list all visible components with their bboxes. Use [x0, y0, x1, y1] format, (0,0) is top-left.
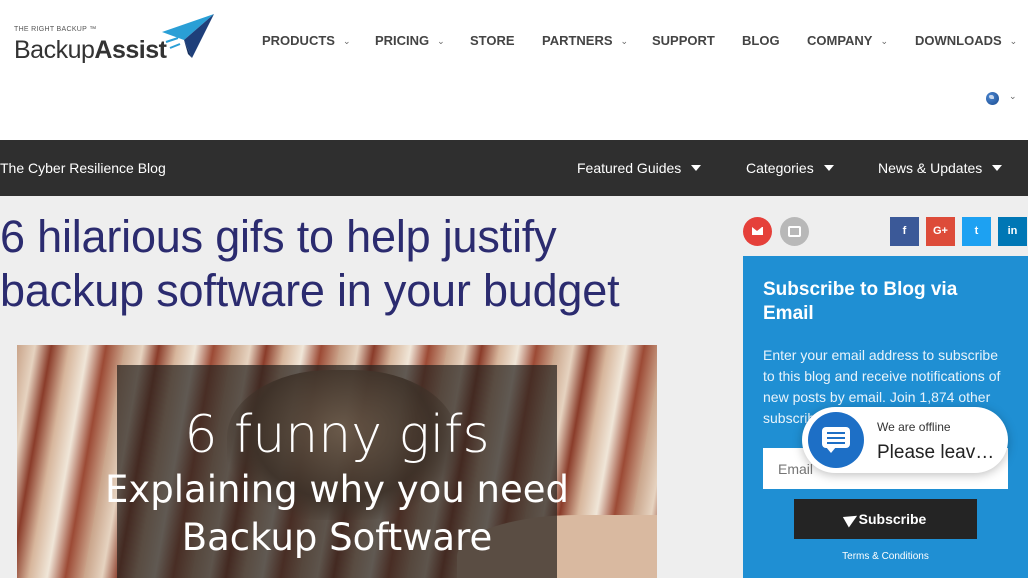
chat-message: Please leave a message [877, 442, 997, 463]
nav-blog[interactable]: BLOG [742, 33, 780, 48]
caret-down-icon [691, 165, 702, 171]
printer-icon [788, 226, 801, 237]
share-twitter-button[interactable]: t [962, 217, 991, 246]
chat-status: We are offline [877, 420, 951, 434]
share-googleplus-button[interactable]: G+ [926, 217, 955, 246]
paper-plane-icon [842, 510, 860, 528]
chevron-down-icon: ⌄ [1009, 36, 1018, 46]
share-linkedin-button[interactable]: in [998, 217, 1027, 246]
envelope-icon [752, 227, 763, 235]
nav-pricing[interactable]: PRICING ⌄ [375, 33, 445, 48]
main-navigation: PRODUCTS ⌄ PRICING ⌄ STORE PARTNERS ⌄ SUPPO… [0, 0, 1028, 80]
nav-support[interactable]: SUPPORT [652, 33, 715, 48]
nav-downloads[interactable]: DOWNLOADS ⌄ [915, 33, 1017, 48]
hero-subheading: Explaining why you need [105, 468, 569, 511]
chevron-down-icon: ⌄ [880, 36, 889, 46]
article-hero-image: 6 funny gifs Explaining why you need Bac… [17, 345, 657, 578]
hero-subheading: Backup Software [181, 516, 493, 559]
caret-down-icon [823, 165, 834, 171]
chevron-down-icon: ⌄ [620, 36, 629, 46]
print-button[interactable] [780, 217, 809, 246]
nav-company[interactable]: COMPANY ⌄ [807, 33, 888, 48]
blog-navbar: The Cyber Resilience Blog Featured Guide… [0, 140, 1028, 196]
chevron-down-icon: ⌄ [437, 36, 445, 46]
terms-link[interactable]: Terms & Conditions [743, 551, 1028, 562]
subscribe-button[interactable]: Subscribe [794, 499, 977, 539]
share-facebook-button[interactable]: f [890, 217, 919, 246]
language-selector[interactable]: ⌄ [985, 91, 1019, 107]
chevron-down-icon: ⌄ [342, 36, 351, 46]
chevron-down-icon: ⌄ [1009, 91, 1017, 101]
article-title: 6 hilarious gifs to help justify backup … [0, 210, 700, 318]
nav-products[interactable]: PRODUCTS ⌄ [262, 33, 351, 48]
site-header: THE RIGHT BACKUP ™ BackupAssist PRODUCTS… [0, 0, 1028, 140]
share-email-button[interactable] [743, 217, 772, 246]
blog-menu-categories[interactable]: Categories [746, 160, 834, 176]
nav-partners[interactable]: PARTNERS ⌄ [542, 33, 628, 48]
nav-store[interactable]: STORE [470, 33, 515, 48]
globe-icon [986, 92, 999, 105]
blog-menu-news-updates[interactable]: News & Updates [878, 160, 1003, 176]
caret-down-icon [992, 165, 1003, 171]
chat-icon [808, 412, 864, 468]
hero-heading: 6 funny gifs [184, 405, 490, 465]
blog-title-link[interactable]: The Cyber Resilience Blog [0, 160, 166, 176]
subscribe-title: Subscribe to Blog via Email [763, 279, 958, 324]
article-title-line: 6 hilarious gifs to help justify [0, 211, 557, 262]
blog-menu-featured-guides[interactable]: Featured Guides [577, 160, 702, 176]
article-title-line: backup software in your budget [0, 265, 620, 316]
live-chat-widget[interactable]: We are offline Please leave a message [802, 407, 1008, 473]
